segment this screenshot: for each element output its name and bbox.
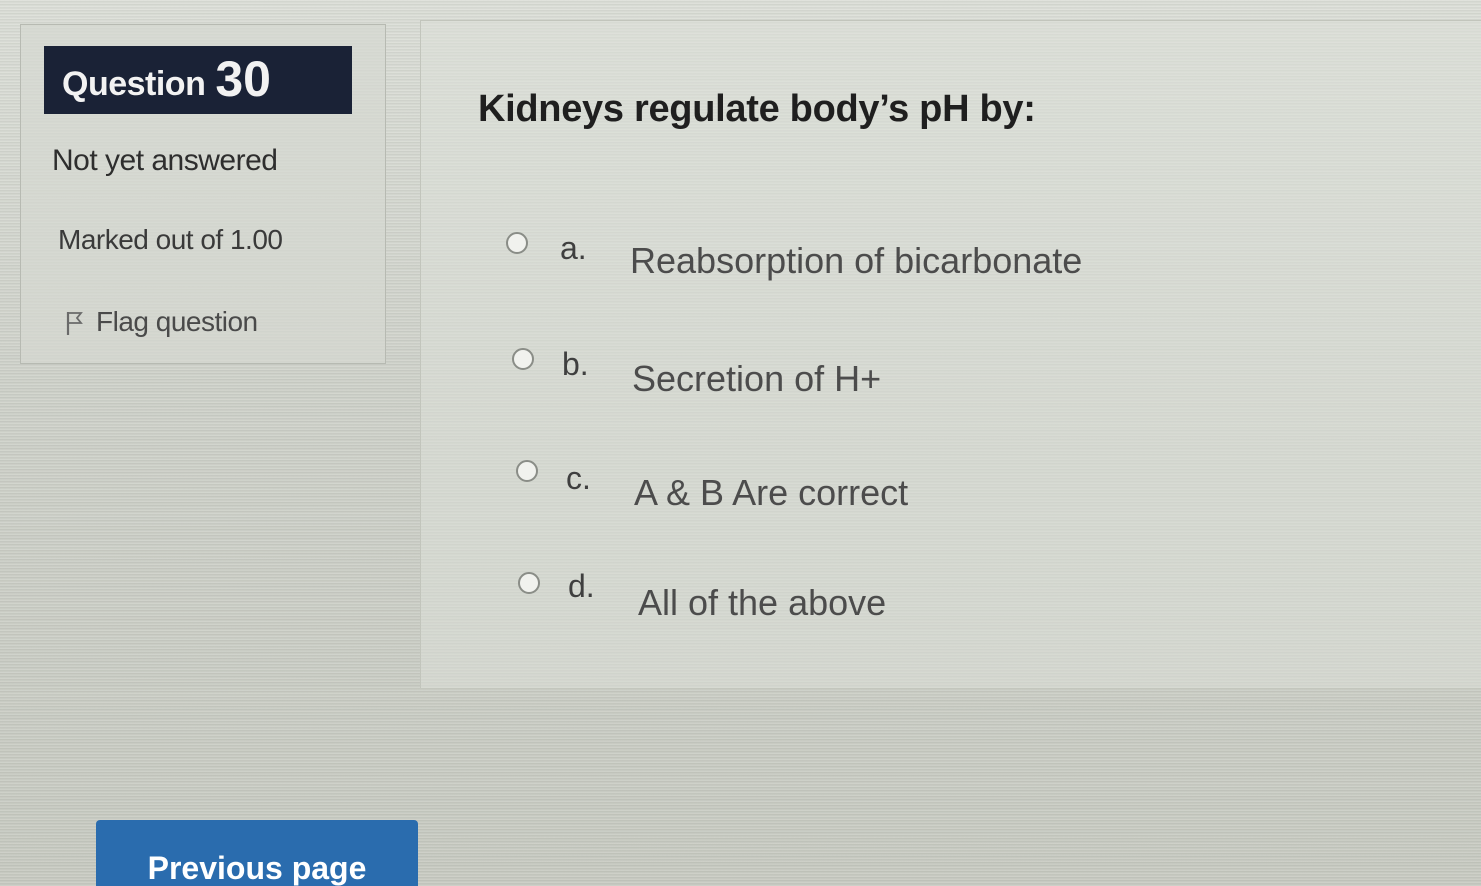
question-text: Kidneys regulate body’s pH by: (478, 88, 1036, 130)
flag-question-link[interactable]: Flag question (64, 300, 258, 343)
question-state: Not yet answered (52, 144, 278, 177)
question-label: Question (62, 65, 206, 103)
radio-button-a[interactable] (506, 232, 528, 254)
flag-icon (64, 300, 84, 343)
option-text-d: All of the above (638, 582, 887, 623)
question-grade: Marked out of 1.00 (58, 224, 283, 255)
option-letter-a: a. (560, 230, 587, 266)
question-number-header: Question 30 (44, 46, 352, 114)
option-text-b: Secretion of H+ (632, 358, 882, 399)
flag-question-label: Flag question (96, 305, 258, 337)
radio-button-c[interactable] (516, 460, 538, 482)
radio-button-b[interactable] (512, 348, 534, 370)
option-letter-d: d. (568, 568, 595, 604)
previous-page-button[interactable]: Previous page (96, 820, 418, 886)
option-letter-c: c. (566, 460, 591, 496)
radio-button-d[interactable] (518, 572, 540, 594)
option-text-c: A & B Are correct (634, 472, 909, 513)
option-text-a: Reabsorption of bicarbonate (630, 240, 1083, 281)
question-number: 30 (215, 51, 271, 107)
option-letter-b: b. (562, 346, 589, 382)
